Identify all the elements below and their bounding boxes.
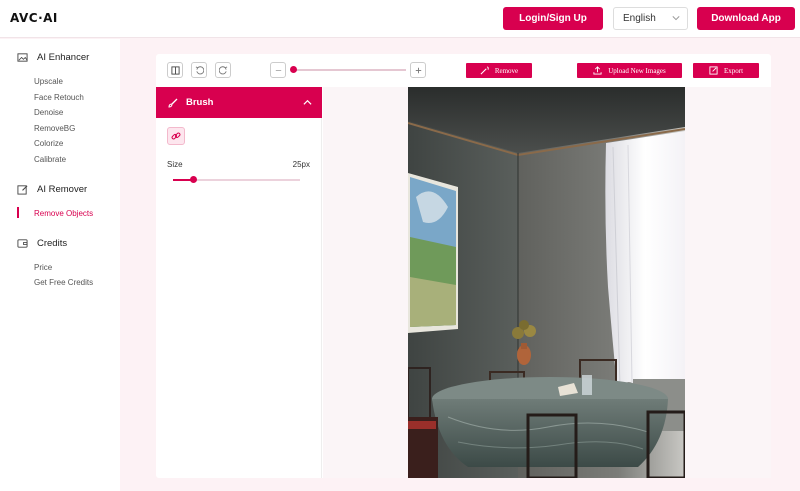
room-photo[interactable] (408, 87, 685, 478)
brush-panel: Size 25px (156, 118, 322, 478)
zoom-in-button[interactable] (410, 62, 426, 78)
upload-label: Upload New Images (608, 66, 666, 75)
sidebar-section-credits[interactable]: Credits (17, 238, 67, 249)
zoom-slider[interactable] (292, 69, 406, 71)
wallet-icon (17, 239, 28, 248)
link-icon (171, 132, 181, 140)
sidebar-item-get-free-credits[interactable]: Get Free Credits (34, 278, 93, 287)
size-value: 25px (292, 160, 310, 169)
size-label: Size (167, 160, 183, 169)
sidebar-section-ai-enhancer[interactable]: AI Enhancer (17, 52, 89, 63)
undo-icon (195, 65, 204, 74)
logo[interactable]: AVC·AI (10, 11, 58, 25)
upload-icon (593, 66, 602, 75)
link-toggle-button[interactable] (167, 127, 185, 145)
compare-icon (170, 65, 180, 75)
sidebar: AI Enhancer Upscale Face Retouch Denoise… (0, 39, 120, 491)
download-app-button[interactable]: Download App (697, 7, 795, 30)
export-icon (709, 66, 718, 75)
editor-card: Remove Upload New Images Export Brush Si… (156, 54, 771, 478)
brush-icon (168, 98, 178, 108)
size-slider-handle[interactable] (189, 176, 197, 183)
sidebar-item-face-retouch[interactable]: Face Retouch (34, 93, 84, 102)
app-header: AVC·AI Login/Sign Up English Download Ap… (0, 0, 800, 38)
redo-button[interactable] (215, 62, 231, 78)
upload-new-images-button[interactable]: Upload New Images (577, 63, 682, 78)
edit-icon (17, 185, 28, 195)
chevron-down-icon (672, 16, 680, 21)
chevron-up-icon (303, 99, 312, 105)
active-indicator (17, 207, 19, 218)
export-label: Export (723, 66, 744, 75)
export-button[interactable]: Export (693, 63, 759, 78)
remove-button[interactable]: Remove (466, 63, 532, 78)
sidebar-item-calibrate[interactable]: Calibrate (34, 155, 66, 164)
sidebar-item-price[interactable]: Price (34, 263, 52, 272)
minus-icon (275, 69, 281, 71)
remove-label: Remove (494, 66, 519, 75)
compare-button[interactable] (167, 62, 183, 78)
brush-title: Brush (186, 97, 214, 108)
sidebar-item-remove-objects[interactable]: Remove Objects (34, 209, 93, 218)
sidebar-item-denoise[interactable]: Denoise (34, 108, 63, 117)
language-select[interactable]: English (613, 7, 688, 30)
zoom-out-button[interactable] (270, 62, 286, 78)
sidebar-item-colorize[interactable]: Colorize (34, 139, 63, 148)
login-signup-button[interactable]: Login/Sign Up (503, 7, 603, 30)
sidebar-section-label: Credits (37, 238, 68, 249)
brush-panel-header[interactable]: Brush (156, 87, 322, 118)
sidebar-section-label: AI Remover (37, 184, 88, 195)
sidebar-item-upscale[interactable]: Upscale (34, 77, 63, 86)
zoom-slider-handle[interactable] (290, 66, 297, 73)
redo-icon (218, 65, 227, 74)
sidebar-section-ai-remover[interactable]: AI Remover (17, 184, 87, 195)
plus-icon (415, 67, 421, 73)
language-value: English (623, 13, 656, 24)
undo-button[interactable] (191, 62, 207, 78)
sidebar-item-removebg[interactable]: RemoveBG (34, 124, 75, 133)
sidebar-section-label: AI Enhancer (37, 52, 90, 63)
magic-wand-icon (480, 66, 489, 75)
image-icon (17, 53, 28, 62)
